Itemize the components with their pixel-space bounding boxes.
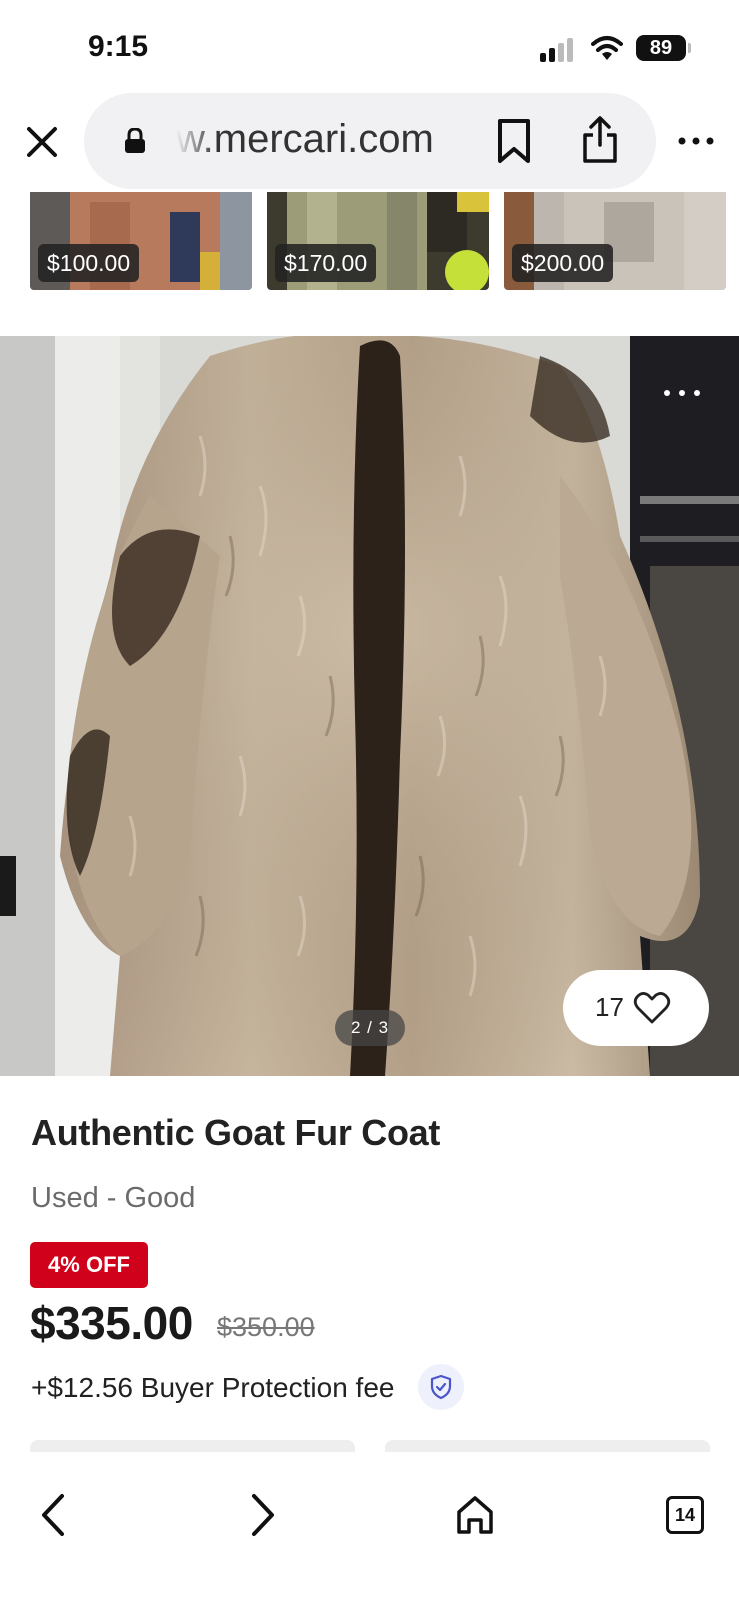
bookmark-icon[interactable] bbox=[496, 118, 532, 164]
like-count: 17 bbox=[595, 992, 624, 1022]
forward-icon[interactable] bbox=[248, 1492, 278, 1538]
like-button[interactable]: 17 bbox=[563, 970, 709, 1046]
status-bar: 9:15 89 bbox=[0, 0, 739, 92]
similar-item-price: $200.00 bbox=[512, 244, 614, 282]
similar-item-price: $100.00 bbox=[38, 244, 140, 282]
back-icon[interactable] bbox=[38, 1492, 68, 1538]
status-time: 9:15 bbox=[88, 30, 149, 63]
browser-toolbar: 14 bbox=[0, 1452, 739, 1600]
photo-more-icon[interactable] bbox=[662, 386, 702, 400]
home-icon[interactable] bbox=[455, 1494, 495, 1536]
tabs-button[interactable]: 14 bbox=[666, 1496, 704, 1534]
url-text[interactable]: w.mercari.com bbox=[176, 117, 466, 162]
battery-tip bbox=[688, 43, 691, 53]
lock-icon bbox=[125, 128, 145, 153]
discount-badge: 4% OFF bbox=[30, 1242, 148, 1288]
item-price: $335.00 bbox=[30, 1297, 193, 1349]
item-title: Authentic Goat Fur Coat bbox=[31, 1112, 441, 1153]
item-photo-gallery[interactable]: 2 / 3 17 bbox=[0, 336, 739, 1076]
shield-check-icon bbox=[430, 1374, 452, 1400]
original-price: $350.00 bbox=[217, 1312, 315, 1342]
more-options-icon[interactable] bbox=[676, 126, 716, 156]
close-icon[interactable] bbox=[22, 122, 62, 162]
cellular-signal-icon bbox=[540, 38, 578, 62]
item-condition: Used - Good bbox=[31, 1182, 196, 1214]
wifi-icon bbox=[591, 36, 623, 60]
buyer-protection-info[interactable] bbox=[418, 1364, 464, 1410]
photo-page-indicator: 2 / 3 bbox=[335, 1010, 405, 1046]
url-fade bbox=[176, 113, 216, 169]
buyer-protection-fee: +$12.56 Buyer Protection fee bbox=[31, 1372, 395, 1403]
similar-item-card[interactable]: $100.00 bbox=[30, 192, 252, 290]
address-bar[interactable]: w.mercari.com bbox=[84, 93, 656, 189]
similar-items-row: $100.00 $170.00 $200.00 bbox=[0, 192, 739, 292]
similar-item-card[interactable]: $170.00 bbox=[267, 192, 489, 290]
battery-indicator: 89 bbox=[636, 35, 686, 61]
fur-coat-photo bbox=[0, 336, 739, 1076]
share-icon[interactable] bbox=[580, 115, 620, 165]
heart-icon bbox=[633, 992, 671, 1024]
similar-item-price: $170.00 bbox=[275, 244, 377, 282]
similar-item-card[interactable]: $200.00 bbox=[504, 192, 726, 290]
